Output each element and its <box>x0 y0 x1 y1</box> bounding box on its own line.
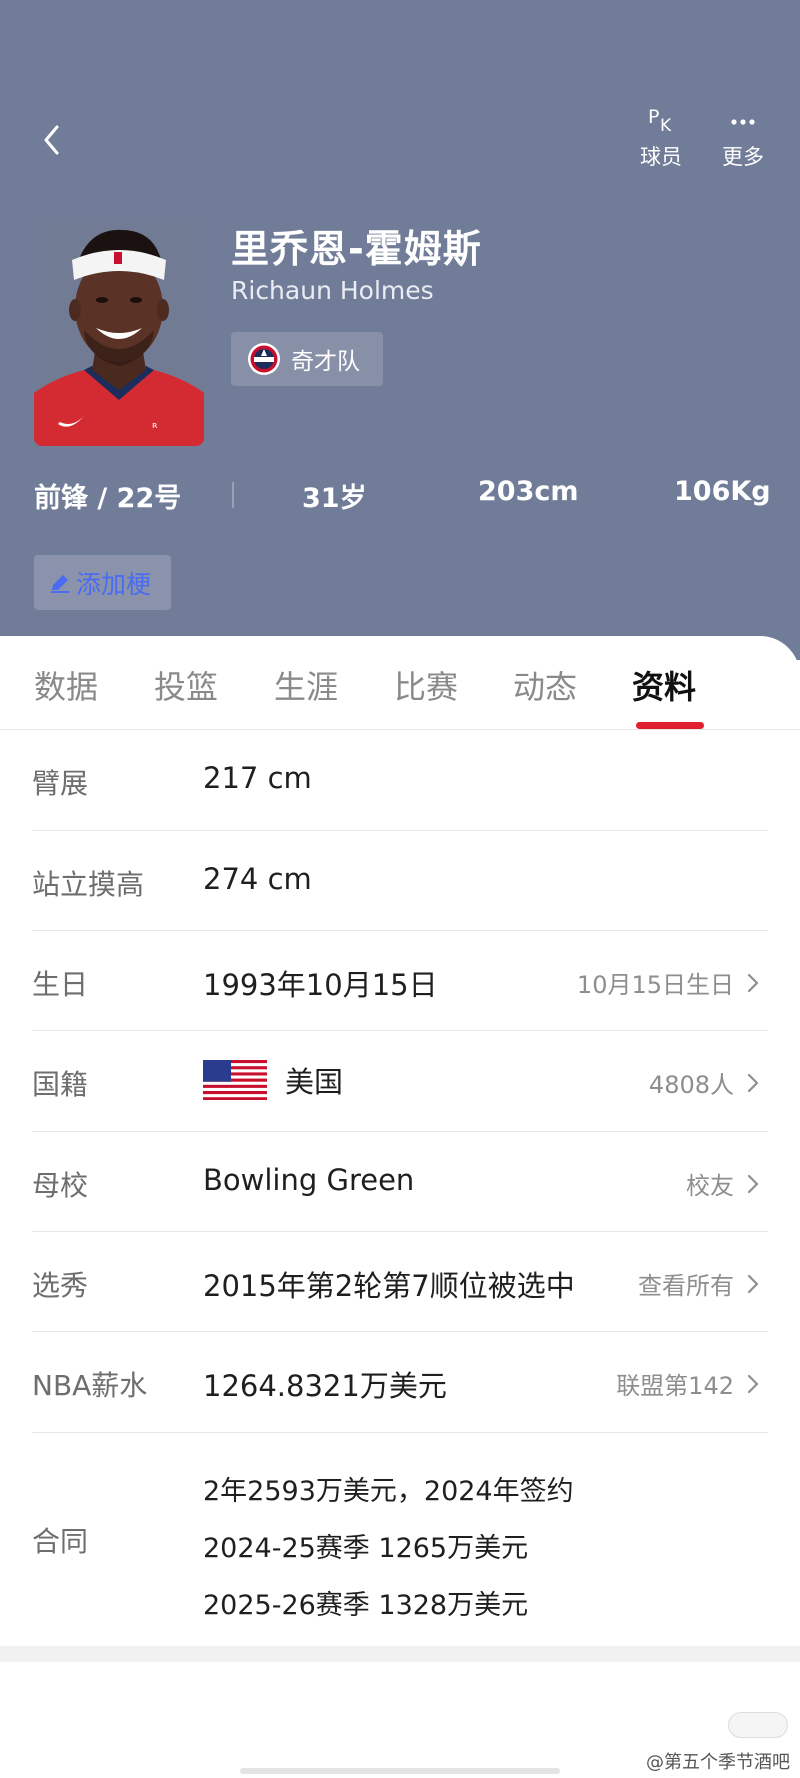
svg-text:ʀ: ʀ <box>152 421 158 431</box>
row-label: NBA薪水 <box>32 1369 148 1402</box>
chevron-right-icon <box>747 1274 759 1293</box>
college-link[interactable]: 校友 <box>686 1166 760 1201</box>
row-wingspan: 臂展 217 cm <box>32 730 768 831</box>
player-header: P K 球员 更多 ʀ 里乔恩-霍姆斯 Richaun Holmes 奇才队 前… <box>0 0 800 660</box>
us-flag-icon <box>203 1060 267 1100</box>
row-standing-reach: 站立摸高 274 cm <box>32 831 768 931</box>
row-value: 274 cm <box>203 862 312 896</box>
row-label: 国籍 <box>32 1068 89 1101</box>
contract-line: 2025-26赛季 1328万美元 <box>203 1590 529 1621</box>
row-label: 母校 <box>32 1169 89 1202</box>
tab-games[interactable]: 比赛 <box>394 662 458 708</box>
watermark-text: @第五个季节酒吧 <box>646 1752 790 1773</box>
birthday-link[interactable]: 10月15日生日 <box>577 965 760 1000</box>
row-value: 217 cm <box>203 761 312 795</box>
salary-rank-link[interactable]: 联盟第142 <box>616 1366 760 1401</box>
row-value: 1993年10月15日 <box>203 968 438 1002</box>
chevron-left-icon <box>44 125 59 155</box>
profile-content: 数据 投篮 生涯 比赛 动态 资料 臂展 217 cm 站立摸高 274 cm … <box>0 636 800 1778</box>
player-photo: ʀ <box>34 218 204 446</box>
back-button[interactable] <box>32 118 72 162</box>
row-birthday[interactable]: 生日 1993年10月15日 10月15日生日 <box>32 931 768 1031</box>
pk-button[interactable]: P K 球员 <box>626 105 696 171</box>
nationality-link[interactable]: 4808人 <box>649 1065 760 1100</box>
player-basic-stats: 前锋 / 22号 31岁 203cm 106Kg <box>34 476 771 516</box>
add-meme-button[interactable]: 添加梗 <box>34 555 171 610</box>
tab-bar: 数据 投篮 生涯 比赛 动态 资料 <box>0 636 800 730</box>
pencil-icon <box>51 574 69 593</box>
age: 31岁 <box>302 483 367 514</box>
row-label: 选秀 <box>32 1269 89 1302</box>
contract-details: 2年2593万美元，2024年签约 2024-25赛季 1265万美元 2025… <box>203 1463 574 1634</box>
chevron-right-icon <box>747 1374 759 1393</box>
section-separator <box>0 1646 800 1662</box>
stats-divider <box>232 482 234 508</box>
row-value: 美国 <box>203 1059 343 1101</box>
chevron-right-icon <box>747 1174 759 1193</box>
row-label: 生日 <box>32 968 89 1001</box>
wizards-logo-icon <box>248 343 280 375</box>
more-label: 更多 <box>722 145 764 169</box>
team-name: 奇才队 <box>291 349 360 375</box>
add-meme-label: 添加梗 <box>76 569 152 599</box>
row-contract: 合同 2年2593万美元，2024年签约 2024-25赛季 1265万美元 2… <box>32 1433 768 1643</box>
tab-career[interactable]: 生涯 <box>274 662 338 708</box>
player-name-en: Richaun Holmes <box>231 276 434 305</box>
home-indicator[interactable] <box>240 1768 560 1774</box>
row-value: Bowling Green <box>203 1163 415 1197</box>
weight: 106Kg <box>674 476 771 507</box>
height: 203cm <box>478 476 579 507</box>
draft-link[interactable]: 查看所有 <box>638 1266 760 1301</box>
watermark-logo <box>728 1712 788 1738</box>
tab-shooting[interactable]: 投篮 <box>154 662 218 708</box>
row-college[interactable]: 母校 Bowling Green 校友 <box>32 1132 768 1232</box>
row-label: 站立摸高 <box>32 868 145 901</box>
row-value: 1264.8321万美元 <box>203 1369 447 1403</box>
pk-label: 球员 <box>640 145 682 169</box>
contract-line: 2年2593万美元，2024年签约 <box>203 1476 574 1507</box>
more-button[interactable]: 更多 <box>708 105 778 171</box>
row-nationality[interactable]: 国籍 美国 4808人 <box>32 1031 768 1132</box>
more-dots-icon <box>731 119 755 125</box>
position-number: 前锋 / 22号 <box>34 483 182 514</box>
tab-stats[interactable]: 数据 <box>34 662 98 708</box>
row-label: 臂展 <box>32 767 89 800</box>
tab-news[interactable]: 动态 <box>513 662 577 708</box>
player-name-cn: 里乔恩-霍姆斯 <box>231 227 482 271</box>
contract-line: 2024-25赛季 1265万美元 <box>203 1533 529 1564</box>
pk-icon: P K <box>648 106 672 136</box>
row-draft[interactable]: 选秀 2015年第2轮第7顺位被选中 查看所有 <box>32 1232 768 1332</box>
row-value: 2015年第2轮第7顺位被选中 <box>203 1269 575 1303</box>
chevron-right-icon <box>747 973 759 992</box>
tab-active-indicator <box>636 722 704 729</box>
chevron-right-icon <box>747 1073 759 1092</box>
row-salary[interactable]: NBA薪水 1264.8321万美元 联盟第142 <box>32 1332 768 1433</box>
row-label: 合同 <box>32 1525 89 1558</box>
team-chip[interactable]: 奇才队 <box>231 332 383 386</box>
tab-profile[interactable]: 资料 <box>632 662 696 708</box>
